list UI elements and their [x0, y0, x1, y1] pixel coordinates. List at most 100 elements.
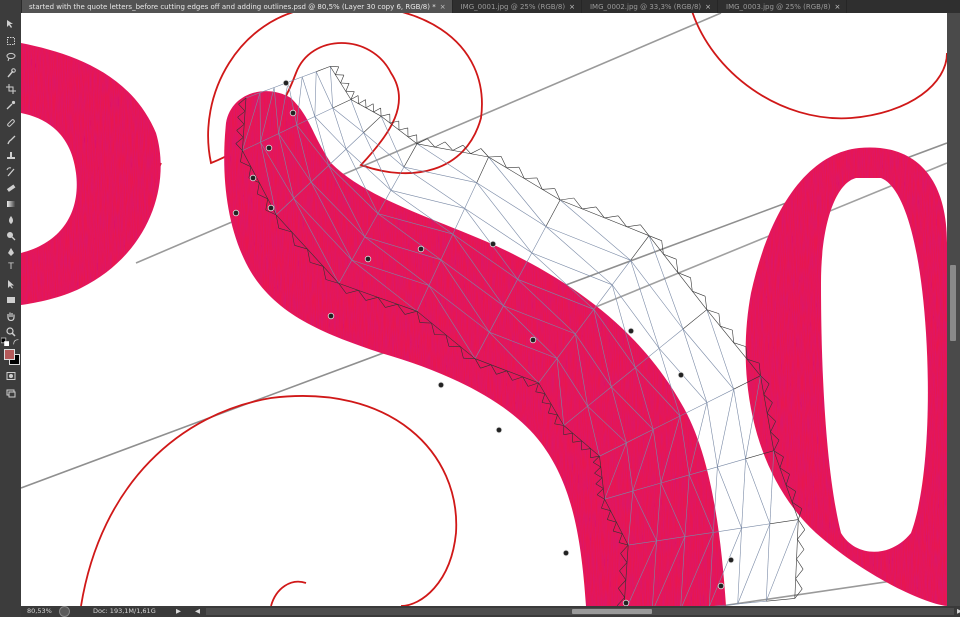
close-tab-icon[interactable]: ×	[835, 3, 841, 11]
mesh-pin[interactable]	[627, 327, 635, 335]
mesh-edge	[545, 199, 561, 227]
artwork	[21, 13, 947, 606]
mesh-edge	[795, 578, 803, 590]
mesh-edge	[545, 226, 631, 261]
mesh-edge	[416, 143, 477, 183]
mesh-edge	[706, 309, 734, 390]
mesh-edge	[798, 519, 806, 530]
quick-selection-tool-icon[interactable]	[4, 67, 18, 78]
vertical-scroll-thumb[interactable]	[950, 265, 956, 341]
mesh-edge	[332, 99, 352, 109]
mesh-edge	[682, 328, 734, 390]
clone-stamp-tool-icon[interactable]	[4, 150, 18, 161]
swap-colors-icon[interactable]	[12, 338, 20, 346]
tab-img-0001[interactable]: IMG_0001.jpg @ 25% (RGB/8) ×	[453, 0, 582, 13]
mesh-edge	[363, 115, 382, 133]
type-tool-icon[interactable]: T	[4, 262, 18, 273]
mesh-edge	[407, 134, 417, 138]
mesh-edge	[706, 388, 734, 403]
mesh-edge	[373, 107, 381, 113]
mesh-edge	[560, 197, 574, 201]
dodge-tool-icon[interactable]	[4, 230, 18, 241]
share-icon[interactable]	[59, 606, 70, 617]
pen-tool-icon[interactable]	[4, 246, 18, 257]
lasso-tool-icon[interactable]	[4, 51, 18, 62]
mesh-edge	[737, 523, 771, 605]
mesh-pin[interactable]	[489, 240, 497, 248]
default-colors-icon[interactable]	[1, 337, 9, 346]
mesh-pin[interactable]	[282, 79, 290, 87]
mesh-edge	[340, 74, 345, 84]
mesh-edge	[464, 182, 477, 209]
tools-panel: T	[0, 0, 22, 617]
gradient-tool-icon[interactable]	[4, 198, 18, 209]
zoom-level[interactable]: 80,53%	[27, 607, 52, 615]
mesh-edge	[717, 466, 742, 529]
mesh-edge	[797, 539, 805, 550]
tab-img-0002[interactable]: IMG_0002.jpg @ 33,3% (RGB/8) ×	[582, 0, 719, 13]
mesh-edge	[682, 328, 708, 403]
mesh-pin[interactable]	[289, 109, 297, 117]
mesh-edge	[452, 144, 464, 151]
horizontal-scrollbar[interactable]	[206, 608, 954, 615]
mesh-edge	[302, 71, 317, 78]
mesh-edge	[732, 330, 734, 343]
status-bar: 80,53% Doc: 193,1M/1,61G ▶ ◀ ▶	[21, 606, 960, 617]
marquee-tool-icon[interactable]	[4, 35, 18, 46]
tab-document-psd[interactable]: started with the quote letters_before cu…	[21, 0, 453, 13]
close-tab-icon[interactable]: ×	[440, 3, 446, 11]
status-menu-arrow-icon[interactable]: ▶	[176, 607, 181, 615]
history-brush-tool-icon[interactable]	[4, 166, 18, 177]
vertical-scrollbar[interactable]	[947, 13, 960, 606]
move-tool-icon[interactable]	[4, 18, 18, 29]
eraser-tool-icon[interactable]	[4, 182, 18, 193]
mesh-pin[interactable]	[232, 209, 240, 217]
screen-mode-icon[interactable]	[4, 387, 18, 398]
mesh-edge	[717, 389, 734, 467]
mesh-edge	[630, 260, 660, 349]
mesh-pin[interactable]	[529, 336, 537, 344]
tab-label: IMG_0001.jpg @ 25% (RGB/8)	[460, 2, 566, 11]
mesh-edge	[488, 156, 502, 158]
tab-img-0003[interactable]: IMG_0003.jpg @ 25% (RGB/8) ×	[718, 0, 848, 13]
mesh-edge	[593, 284, 613, 310]
foreground-color-swatch[interactable]	[4, 349, 15, 360]
blur-tool-icon[interactable]	[4, 214, 18, 225]
brush-tool-icon[interactable]	[4, 134, 18, 145]
mesh-pin[interactable]	[267, 204, 275, 212]
mesh-pin[interactable]	[327, 312, 335, 320]
mesh-pin[interactable]	[622, 599, 630, 606]
mesh-pin[interactable]	[727, 556, 735, 564]
mesh-edge	[737, 528, 742, 604]
document-canvas[interactable]	[21, 13, 947, 606]
close-tab-icon[interactable]: ×	[705, 3, 711, 11]
mesh-pin[interactable]	[495, 426, 503, 434]
close-tab-icon[interactable]: ×	[569, 3, 575, 11]
mesh-edge	[796, 549, 805, 560]
mesh-edge	[470, 148, 482, 154]
mesh-edge	[626, 224, 641, 228]
mesh-edge	[316, 66, 331, 72]
mesh-pin[interactable]	[562, 549, 570, 557]
crop-tool-icon[interactable]	[4, 83, 18, 94]
spot-healing-tool-icon[interactable]	[4, 117, 18, 128]
mesh-pin[interactable]	[677, 371, 685, 379]
quick-mask-icon[interactable]	[4, 370, 18, 381]
mesh-pin[interactable]	[364, 255, 372, 263]
eyedropper-tool-icon[interactable]	[4, 99, 18, 110]
mesh-edge	[476, 182, 547, 227]
mesh-pin[interactable]	[249, 174, 257, 182]
mesh-pin[interactable]	[265, 144, 273, 152]
horizontal-scroll-thumb[interactable]	[572, 609, 652, 614]
hand-tool-icon[interactable]	[4, 310, 18, 321]
rectangle-tool-icon[interactable]	[4, 294, 18, 305]
document-tab-bar: started with the quote letters_before cu…	[21, 0, 960, 13]
mesh-pin[interactable]	[437, 381, 445, 389]
mesh-edge	[765, 523, 771, 602]
scroll-left-icon[interactable]: ◀	[195, 607, 200, 615]
zoom-tool-icon[interactable]	[4, 326, 18, 337]
mesh-pin[interactable]	[717, 582, 725, 590]
mesh-pin[interactable]	[417, 245, 425, 253]
mesh-edge	[524, 177, 537, 179]
path-selection-tool-icon[interactable]	[4, 278, 18, 289]
